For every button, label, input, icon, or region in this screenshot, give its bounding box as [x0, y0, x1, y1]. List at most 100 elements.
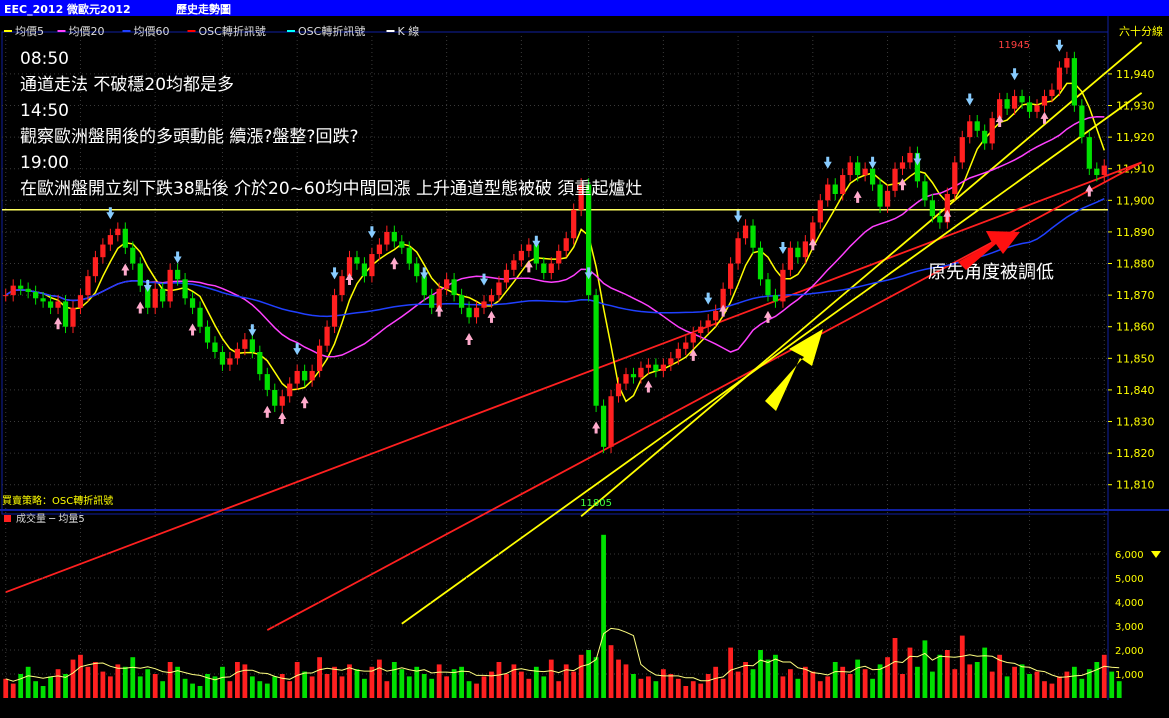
buy-arrow-icon [524, 260, 533, 273]
sell-arrow-icon [1010, 68, 1019, 81]
volume-bar [952, 669, 958, 698]
volume-bar [406, 676, 412, 698]
candle-body [660, 364, 666, 371]
scroll-arrow-icon[interactable] [1151, 551, 1161, 558]
volume-bar [997, 654, 1003, 698]
y-tick-label: 11,870 [1116, 289, 1155, 302]
volume-bar [518, 671, 524, 698]
buy-arrow-icon [465, 333, 474, 346]
volume-bar [197, 686, 203, 698]
volume-bar [48, 676, 53, 698]
candle-body [840, 175, 846, 194]
candle-body [571, 209, 577, 239]
volume-bar [608, 645, 614, 698]
volume-bar [937, 654, 943, 698]
candle-body [18, 285, 24, 289]
price-chart[interactable]: 11,810 11,820 11,830 11,840 11,850 11,860 11,8… [0, 16, 1169, 718]
candle-body [488, 295, 495, 302]
volume-bar [1079, 678, 1085, 698]
window-title: EEC_2012 微歐元2012 [4, 3, 131, 16]
candle-body [257, 352, 263, 375]
candle-body [197, 307, 203, 327]
volume-bar [466, 681, 472, 698]
candle-body [556, 250, 562, 264]
candle-body [324, 326, 330, 346]
candle-body [122, 228, 128, 248]
period-label: 六十分線 [1119, 24, 1163, 38]
buy-arrow-icon [487, 310, 496, 323]
volume-bar [1057, 676, 1062, 698]
sell-arrow-icon [367, 226, 376, 239]
volume-bar [855, 659, 861, 698]
buy-arrow-icon [121, 263, 130, 276]
candle-body [645, 364, 652, 368]
candle-body [780, 269, 786, 302]
candle-body [130, 247, 136, 264]
y-tick-label: 11,920 [1116, 131, 1155, 144]
volume-bar [399, 669, 405, 698]
volume-bar [638, 678, 644, 698]
volume-bar [660, 669, 666, 698]
candle-body [1064, 58, 1070, 68]
annotation-line: 在歐洲盤開立刻下跌38點後 介於20~60均中間回漲 上升通道型態被破 須重起爐… [20, 179, 642, 199]
volume-bar [1049, 683, 1055, 698]
candle-body [242, 339, 248, 349]
y-tick-label: 11,850 [1116, 352, 1155, 365]
volume-bar [743, 662, 748, 698]
volume-bar [235, 662, 240, 698]
volume-bar [668, 674, 674, 698]
candle-body [316, 345, 323, 371]
candle-body [503, 269, 510, 283]
buy-arrow-icon [644, 380, 653, 393]
volume-bar [474, 683, 479, 698]
candle-body [832, 184, 838, 194]
y-tick-label: 11,830 [1116, 416, 1155, 429]
candle-body [406, 247, 412, 264]
candle-body [429, 295, 435, 308]
candle-body [361, 263, 368, 277]
volume-bar [347, 664, 352, 698]
candle-body [1034, 105, 1040, 112]
volume-bar [391, 662, 397, 698]
candle-body [55, 301, 61, 308]
volume-tick-label: 4,000 [1115, 598, 1144, 609]
channel-line [580, 41, 1143, 518]
sell-arrow-icon [704, 292, 713, 305]
candle-body [959, 137, 965, 163]
candle-body [772, 295, 779, 302]
candle-body [1026, 102, 1033, 112]
volume-bar [616, 659, 621, 698]
candle-body [825, 184, 831, 201]
candle-body [212, 342, 218, 352]
volume-bar [264, 683, 270, 698]
volume-bar [78, 654, 83, 698]
annotation-line: 14:50 [20, 101, 69, 121]
candle-body [458, 295, 465, 308]
candle-body [10, 285, 16, 296]
candle-body [862, 168, 868, 176]
candle-body [182, 279, 188, 299]
volume-bar [974, 662, 980, 698]
volume-bar [720, 678, 726, 698]
candle-body [414, 263, 420, 277]
candle-body [264, 374, 270, 390]
volume-bar [929, 671, 935, 698]
volume-legend-swatch [4, 515, 11, 522]
candle-body [62, 301, 69, 327]
volume-bar [586, 650, 592, 698]
candle-body [668, 358, 674, 365]
volume-bar [1004, 676, 1010, 698]
volume-bar [593, 657, 599, 698]
volume-bar [324, 674, 330, 698]
volume-bar [339, 676, 345, 698]
buy-arrow-icon [592, 421, 601, 434]
sell-arrow-icon [480, 273, 489, 286]
candle-body [302, 370, 308, 381]
volume-bar [294, 662, 300, 698]
volume-tick-label: 3,000 [1115, 622, 1144, 633]
high-label: 11945 [998, 40, 1030, 51]
y-tick-label: 11,890 [1116, 226, 1155, 239]
candle-body [137, 263, 143, 286]
volume-bar [623, 664, 629, 698]
volume-bar [145, 669, 151, 698]
